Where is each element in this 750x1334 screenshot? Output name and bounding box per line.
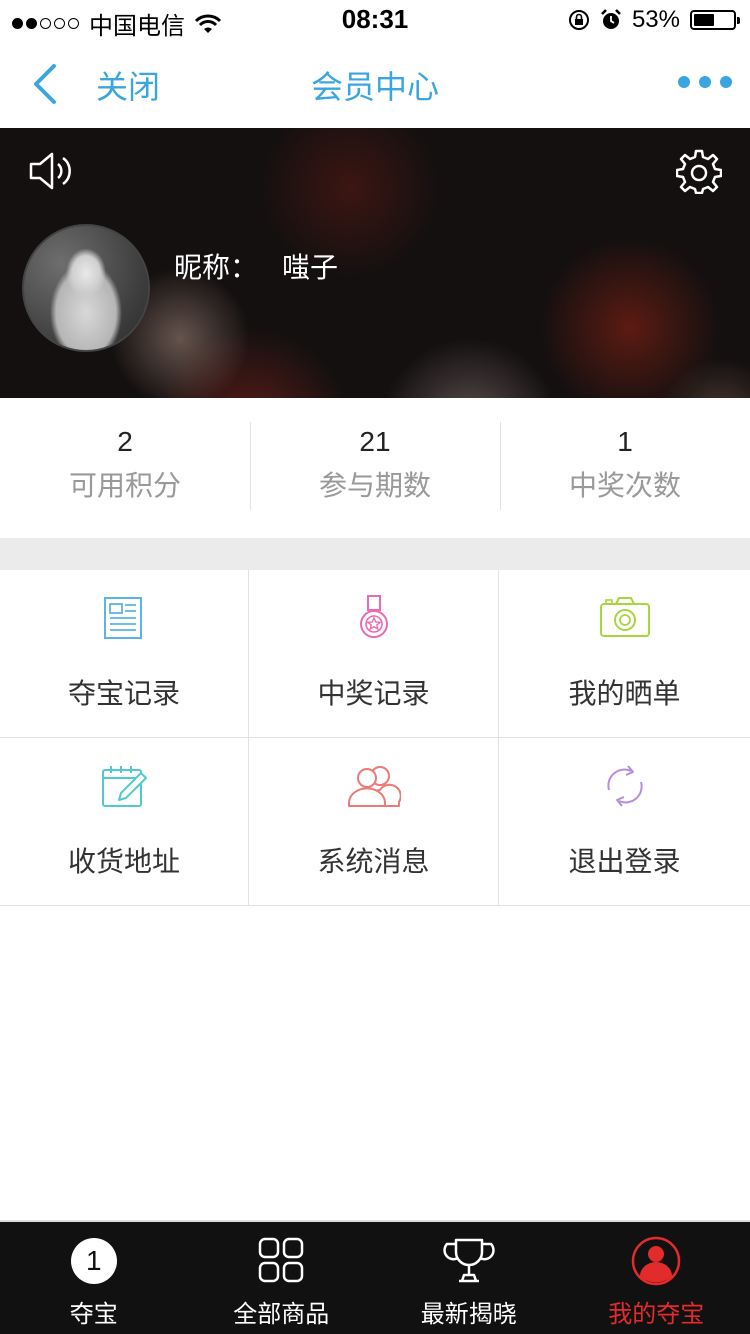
menu-item-messages[interactable]: 系统消息 xyxy=(249,738,499,906)
stat-points[interactable]: 2 可用积分 xyxy=(0,398,250,538)
profile-banner: 昵称： 嗤子 xyxy=(0,128,750,398)
status-right: 53% xyxy=(568,6,740,34)
avatar[interactable] xyxy=(22,224,150,352)
stat-label: 可用积分 xyxy=(68,470,181,501)
menu-item-label: 系统消息 xyxy=(317,846,430,877)
tab-label: 全部商品 xyxy=(233,1301,330,1328)
battery-percent: 53% xyxy=(631,6,680,33)
more-icon[interactable] xyxy=(678,76,732,88)
stat-label: 中奖次数 xyxy=(568,470,681,501)
alarm-icon xyxy=(601,9,621,29)
menu-item-showcase[interactable]: 我的晒单 xyxy=(499,570,750,738)
stat-value: 21 xyxy=(359,426,391,457)
stat-value: 1 xyxy=(617,426,633,457)
tab-all-products[interactable]: 全部商品 xyxy=(188,1222,376,1334)
nickname-label: 昵称： xyxy=(174,252,259,283)
menu-item-logout[interactable]: 退出登录 xyxy=(499,738,750,906)
status-bar: 中国电信 08:31 53% xyxy=(0,0,750,40)
nickname-row: 昵称： 嗤子 xyxy=(174,246,338,286)
menu-item-label: 收货地址 xyxy=(67,846,180,877)
menu-item-wins[interactable]: 中奖记录 xyxy=(249,570,499,738)
tab-label: 夺宝 xyxy=(69,1301,118,1328)
menu-item-label: 中奖记录 xyxy=(317,678,430,709)
menu-item-label: 退出登录 xyxy=(568,846,681,877)
menu-item-address[interactable]: 收货地址 xyxy=(0,738,249,906)
users-icon xyxy=(347,766,401,807)
tab-latest[interactable]: 最新揭晓 xyxy=(375,1222,563,1334)
stat-label: 参与期数 xyxy=(318,470,431,501)
rotation-lock-icon xyxy=(568,10,589,30)
user-icon xyxy=(632,1236,681,1286)
stats-row: 2 可用积分 21 参与期数 1 中奖次数 xyxy=(0,398,750,538)
page-title: 会员中心 xyxy=(310,69,439,105)
tab-duobao[interactable]: 1 夺宝 xyxy=(0,1222,188,1334)
newspaper-icon xyxy=(104,597,142,639)
tab-label: 最新揭晓 xyxy=(420,1301,517,1328)
medal-icon xyxy=(359,595,388,638)
speaker-icon[interactable] xyxy=(28,150,74,192)
tab-my-duobao[interactable]: 我的夺宝 xyxy=(563,1222,750,1334)
stat-wins[interactable]: 1 中奖次数 xyxy=(500,398,750,538)
stat-value: 2 xyxy=(117,426,133,457)
refresh-icon xyxy=(606,765,643,807)
battery-icon xyxy=(690,10,740,30)
tab-bar: 1 夺宝 全部商品 最新揭晓 我的夺宝 xyxy=(0,1220,750,1334)
gear-icon[interactable] xyxy=(676,148,722,194)
stat-periods[interactable]: 21 参与期数 xyxy=(250,398,500,538)
trophy-icon xyxy=(443,1238,495,1283)
nav-bar: 关闭 会员中心 xyxy=(0,40,750,128)
section-divider xyxy=(0,538,750,570)
grid-icon xyxy=(259,1237,304,1283)
badge-one-icon: 1 xyxy=(70,1238,117,1284)
tab-label: 我的夺宝 xyxy=(608,1301,705,1328)
camera-icon xyxy=(599,597,650,637)
nickname-value: 嗤子 xyxy=(282,252,339,283)
menu-grid: 夺宝记录 中奖记录 我的晒单 收货地址 系统消息 退出登录 xyxy=(0,570,750,906)
menu-item-label: 夺宝记录 xyxy=(67,678,180,709)
menu-item-label: 我的晒单 xyxy=(568,678,681,709)
notepad-icon xyxy=(102,766,147,807)
menu-item-records[interactable]: 夺宝记录 xyxy=(0,570,249,738)
